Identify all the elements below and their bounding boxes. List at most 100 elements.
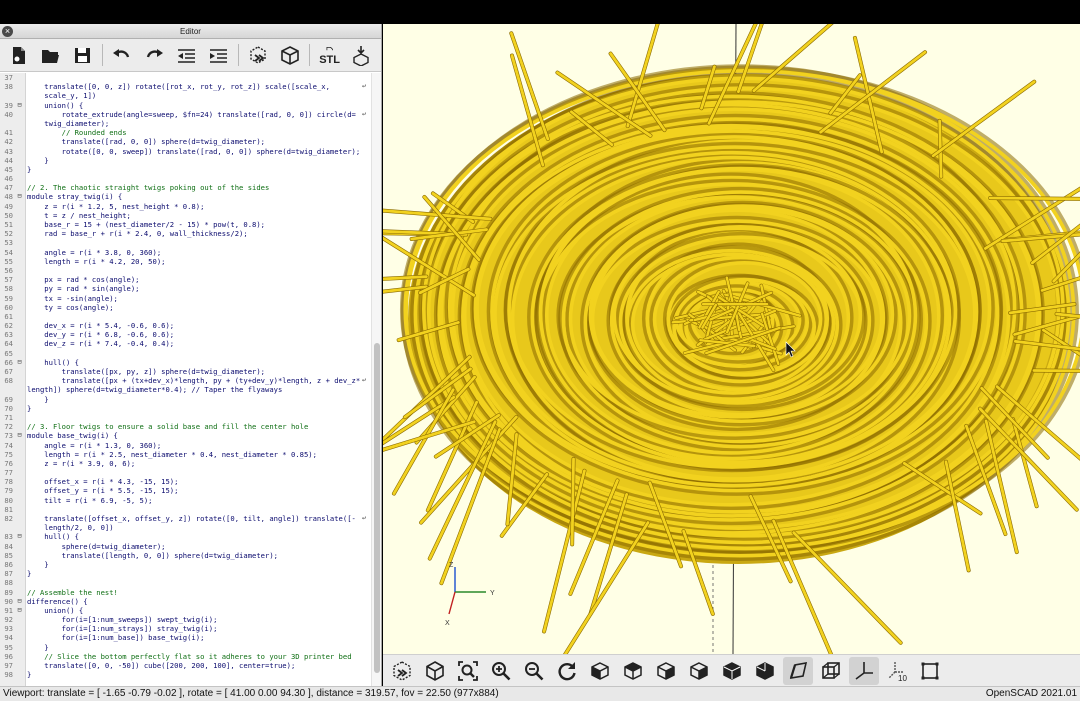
code-line[interactable]: 77	[0, 468, 372, 477]
code-line[interactable]: 45}	[0, 165, 372, 174]
indent-button[interactable]	[206, 42, 232, 69]
code-line[interactable]: 72 // 3. Floor twigs to ensure a solid ba…	[0, 422, 372, 431]
fold-toggle-icon[interactable]: ⊟	[15, 192, 24, 201]
code-line[interactable]: 81	[0, 505, 372, 514]
undo-button[interactable]	[109, 42, 135, 69]
3d-viewport[interactable]: Z Y X	[383, 24, 1080, 654]
code-line[interactable]: 91 ⊟ union() {	[0, 606, 372, 615]
view-right-button[interactable]	[585, 657, 615, 685]
redo-button[interactable]	[141, 42, 167, 69]
view-bottom-button[interactable]	[651, 657, 681, 685]
code-line[interactable]: 47 // 2. The chaotic straight twigs pokin…	[0, 183, 372, 192]
zoom-out-button[interactable]	[519, 657, 549, 685]
code-line[interactable]: 62 dev_x = r(i * 5.4, -0.6, 0.6);	[0, 321, 372, 330]
code-line[interactable]: length/2, 0, 0])	[0, 523, 372, 532]
preview-button[interactable]	[245, 42, 271, 69]
code-line[interactable]: 44 }	[0, 156, 372, 165]
code-line[interactable]: 53	[0, 238, 372, 247]
code-line[interactable]: 75 length = r(i * 2.5, nest_diameter * 0…	[0, 450, 372, 459]
code-line[interactable]: 54 angle = r(i * 3.8, 0, 360);	[0, 248, 372, 257]
show-axes-button[interactable]	[849, 656, 879, 685]
code-line[interactable]: 88	[0, 578, 372, 587]
code-line[interactable]: 86 }	[0, 560, 372, 569]
code-line[interactable]: 39 ⊟ union() {	[0, 101, 372, 110]
code-line[interactable]: 43 rotate([0, 0, sweep]) translate([rad,…	[0, 147, 372, 156]
code-line[interactable]: 63 dev_y = r(i * 6.8, -0.6, 0.6);	[0, 330, 372, 339]
code-line[interactable]: 70}	[0, 404, 372, 413]
view-left-button[interactable]	[684, 657, 714, 685]
close-icon[interactable]: ×	[2, 26, 13, 37]
code-line[interactable]: 97 translate([0, 0, -50]) cube([200, 200…	[0, 661, 372, 670]
code-line[interactable]: 73 ⊟ module base_twig(i) {	[0, 431, 372, 440]
code-line[interactable]: 64 dev_z = r(i * 7.4, -0.4, 0.4);	[0, 339, 372, 348]
show-edges-button[interactable]	[915, 657, 945, 685]
unindent-button[interactable]	[173, 42, 199, 69]
code-line[interactable]: 84 sphere(d=twig_diameter);	[0, 542, 372, 551]
code-line[interactable]: 61	[0, 312, 372, 321]
show-scale-button[interactable]: 10	[882, 657, 912, 685]
code-line[interactable]: 66 ⊟ hull() {	[0, 358, 372, 367]
code-line[interactable]: 49 z = r(i * 1.2, 5, nest_height * 0.8);	[0, 202, 372, 211]
code-line[interactable]: 76 z = r(i * 3.9, 0, 6);	[0, 459, 372, 468]
code-line[interactable]: twig_diameter);	[0, 119, 372, 128]
code-line[interactable]: 68 translate([px + (tx+dev_x)*length, py…	[0, 376, 372, 385]
fold-toggle-icon[interactable]: ⊟	[15, 597, 24, 606]
code-line[interactable]: 92 for(i=[1:num_sweeps]) swept_twig(i);	[0, 615, 372, 624]
fold-toggle-icon[interactable]: ⊟	[15, 358, 24, 367]
view-all-button[interactable]	[453, 657, 483, 685]
code-line[interactable]: 89 // Assemble the nest!	[0, 588, 372, 597]
code-line[interactable]: 82 translate([offset_x, offset_y, z]) ro…	[0, 514, 372, 523]
render-view-button[interactable]	[420, 657, 450, 685]
code-line[interactable]: 98}	[0, 670, 372, 679]
code-line[interactable]: 69 }	[0, 395, 372, 404]
code-line[interactable]: 94 for(i=[1:num_base]) base_twig(i);	[0, 633, 372, 642]
code-line[interactable]: 55 length = r(i * 4.2, 20, 50);	[0, 257, 372, 266]
code-line[interactable]: 50 t = z / nest_height;	[0, 211, 372, 220]
render-button[interactable]	[277, 42, 303, 69]
code-line[interactable]: 79 offset_y = r(i * 5.5, -15, 15);	[0, 486, 372, 495]
code-line[interactable]: 46	[0, 174, 372, 183]
code-line[interactable]: 38 translate([0, 0, z]) rotate([rot_x, r…	[0, 82, 372, 91]
code-line[interactable]: 37	[0, 73, 372, 82]
perspective-button[interactable]	[783, 656, 813, 685]
code-line[interactable]: 52 rad = base_r + r(i * 2.4, 0, wall_thi…	[0, 229, 372, 238]
fold-toggle-icon[interactable]: ⊟	[15, 532, 24, 541]
reset-view-button[interactable]	[552, 657, 582, 685]
code-line[interactable]: 96 // Slice the bottom perfectly flat so…	[0, 652, 372, 661]
code-line[interactable]: 67 translate([px, py, z]) sphere(d=twig_…	[0, 367, 372, 376]
code-line[interactable]: 65	[0, 349, 372, 358]
code-line[interactable]: 90 ⊟ difference() {	[0, 597, 372, 606]
code-line[interactable]: 59 tx = -sin(angle);	[0, 294, 372, 303]
code-line[interactable]: 56	[0, 266, 372, 275]
code-line[interactable]: 51 base_r = 15 + (nest_diameter/2 - 15) …	[0, 220, 372, 229]
code-line[interactable]: 74 angle = r(i * 1.3, 0, 360);	[0, 441, 372, 450]
zoom-in-button[interactable]	[486, 657, 516, 685]
new-file-button[interactable]	[5, 42, 31, 69]
code-line[interactable]: 83 ⊟ hull() {	[0, 532, 372, 541]
code-line[interactable]: 48 ⊟ module stray_twig(i) {	[0, 192, 372, 201]
code-line[interactable]: 58 py = rad * sin(angle);	[0, 284, 372, 293]
code-line[interactable]: length]) sphere(d=twig_diameter*0.4); //…	[0, 385, 372, 394]
code-line[interactable]: 40 rotate_extrude(angle=sweep, $fn=24) t…	[0, 110, 372, 119]
export-stl-button[interactable]: STL	[316, 42, 342, 69]
editor-scroll-thumb[interactable]	[374, 343, 380, 673]
code-line[interactable]: 41 // Rounded ends	[0, 128, 372, 137]
editor-scrollbar[interactable]	[371, 73, 381, 686]
view-top-button[interactable]	[618, 657, 648, 685]
code-line[interactable]: scale_y, 1])	[0, 91, 372, 100]
fold-toggle-icon[interactable]: ⊟	[15, 431, 24, 440]
fold-toggle-icon[interactable]: ⊟	[15, 101, 24, 110]
code-line[interactable]: 57 px = rad * cos(angle);	[0, 275, 372, 284]
view-front-button[interactable]	[717, 657, 747, 685]
send-to-print-button[interactable]	[349, 42, 375, 69]
preview-view-button[interactable]	[387, 657, 417, 685]
code-line[interactable]: 87}	[0, 569, 372, 578]
code-line[interactable]: 42 translate([rad, 0, 0]) sphere(d=twig_…	[0, 137, 372, 146]
code-line[interactable]: 85 translate([length, 0, 0]) sphere(d=tw…	[0, 551, 372, 560]
fold-toggle-icon[interactable]: ⊟	[15, 606, 24, 615]
code-line[interactable]: 71	[0, 413, 372, 422]
orthogonal-button[interactable]	[816, 657, 846, 685]
code-line[interactable]: 95 }	[0, 643, 372, 652]
code-line[interactable]: 93 for(i=[1:num_strays]) stray_twig(i);	[0, 624, 372, 633]
view-back-button[interactable]	[750, 657, 780, 685]
